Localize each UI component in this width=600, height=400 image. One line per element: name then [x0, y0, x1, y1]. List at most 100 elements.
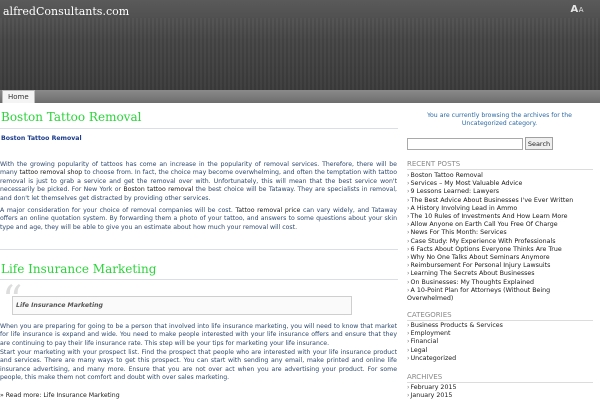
list-item[interactable]: ›The 10 Rules of Investments And How Lea…	[407, 213, 597, 221]
bullet-icon: ›	[407, 221, 410, 229]
list-item-label: News For This Month: Services	[410, 229, 507, 237]
divider	[0, 128, 398, 129]
divider	[407, 320, 593, 321]
quote-label: Life Insurance Marketing	[16, 302, 103, 309]
bullet-icon: ›	[407, 213, 410, 221]
bullet-icon: ›	[407, 229, 410, 237]
bullet-icon: ›	[407, 338, 410, 346]
list-item[interactable]: ›A 10-Point Plan for Attorneys (Without …	[407, 287, 597, 303]
bullet-icon: ›	[407, 204, 410, 212]
text-segment: A major consideration for your choice of…	[0, 207, 236, 214]
nav-bar: Home	[0, 90, 600, 103]
bullet-icon: ›	[407, 392, 410, 400]
divider	[407, 382, 593, 383]
list-item[interactable]: ›Business Products & Services	[407, 322, 597, 330]
header-band	[0, 18, 600, 90]
list-item-label: Uncategorized	[410, 354, 457, 362]
list-item[interactable]: ›News For This Month: Services	[407, 229, 597, 237]
keyword-link[interactable]: Boston tattoo removal	[123, 186, 193, 193]
list-item[interactable]: ›6 Facts About Options Everyone Thinks A…	[407, 246, 597, 254]
bullet-icon: ›	[407, 322, 410, 329]
archives-list: ›February 2015 ›January 2015	[407, 384, 597, 400]
search-button[interactable]: Search	[525, 137, 553, 150]
site-header: alfredConsultants.com AA	[0, 0, 600, 90]
list-item-label: Allow Anyone on Earth Call You Free Of C…	[410, 221, 558, 229]
quote-box: Life Insurance Marketing	[12, 296, 352, 315]
keyword-link[interactable]: Tattoo removal price	[236, 207, 301, 214]
post-paragraph: When you are preparing for going to be a…	[0, 323, 397, 347]
list-item-label: Legal	[410, 346, 428, 354]
bullet-icon: ›	[407, 172, 410, 179]
archive-note: You are currently browsing the archives …	[427, 112, 572, 128]
list-item-label: Business Products & Services	[410, 322, 503, 329]
list-item-label: Reimbursement For Personal Injury Lawsui…	[410, 262, 551, 270]
post-sub-link[interactable]: Boston Tattoo Removal	[1, 135, 82, 142]
list-item[interactable]: ›Allow Anyone on Earth Call You Free Of …	[407, 221, 597, 229]
list-item-label: Learning The Secrets About Businesses	[410, 270, 535, 278]
font-size-icon[interactable]: AA	[570, 4, 584, 15]
bullet-icon: ›	[407, 330, 410, 338]
list-item[interactable]: ›On Businesses: My Thoughts Explained	[407, 279, 597, 287]
list-item[interactable]: ›February 2015	[407, 384, 597, 392]
list-item[interactable]: ›Employment	[407, 330, 597, 338]
read-more-link[interactable]: » Read more: Life Insurance Marketing	[0, 392, 120, 399]
recent-posts-list: ›Boston Tattoo Removal ›Services – My Mos…	[407, 172, 597, 303]
bullet-icon: ›	[407, 180, 410, 188]
bullet-icon: ›	[407, 346, 410, 354]
list-item[interactable]: ›Financial	[407, 338, 597, 346]
list-item-label: 9 Lessons Learned: Lawyers	[410, 188, 500, 196]
list-item-label: The 10 Rules of Investments And How Lear…	[410, 213, 568, 221]
list-item[interactable]: ›January 2015	[407, 392, 597, 400]
archives-heading: ARCHIVES	[407, 373, 443, 381]
list-item[interactable]: ›9 Lessons Learned: Lawyers	[407, 188, 597, 196]
list-item-label: The Best Advice About Businesses I've Ev…	[410, 196, 574, 204]
sidebar: You are currently browsing the archives …	[401, 103, 600, 400]
list-item-label: 6 Facts About Options Everyone Thinks Ar…	[410, 245, 562, 253]
keyword-link[interactable]: tattoo removal shop	[19, 169, 82, 176]
list-item-label: Case Study: My Experience With Professio…	[410, 237, 556, 245]
list-item-label: January 2015	[410, 392, 453, 400]
categories-list: ›Business Products & Services ›Employment…	[407, 322, 597, 363]
list-item[interactable]: ›Reimbursement For Personal Injury Lawsu…	[407, 262, 597, 270]
main-content: Boston Tattoo Removal Boston Tattoo Remo…	[0, 103, 398, 400]
bullet-icon: ›	[407, 354, 410, 362]
list-item-label: Services – My Most Valuable Advice	[410, 180, 523, 188]
recent-posts-heading: RECENT POSTS	[407, 160, 461, 168]
post-paragraph: With the growing popularity of tattoos h…	[0, 161, 397, 203]
divider	[0, 279, 398, 280]
tab-home[interactable]: Home	[2, 90, 35, 103]
bullet-icon: ›	[407, 245, 410, 253]
post-title[interactable]: Life Insurance Marketing	[1, 262, 156, 276]
list-item[interactable]: ›Boston Tattoo Removal	[407, 172, 597, 180]
list-item[interactable]: ›Why No One Talks About Seminars Anymore	[407, 254, 597, 262]
bullet-icon: ›	[407, 270, 410, 278]
list-item[interactable]: ›Uncategorized	[407, 355, 597, 363]
list-item[interactable]: ›Services – My Most Valuable Advice	[407, 180, 597, 188]
list-item-label: Financial	[410, 338, 439, 346]
list-item-label: Boston Tattoo Removal	[410, 172, 483, 179]
divider	[407, 169, 593, 170]
post-title[interactable]: Boston Tattoo Removal	[1, 110, 141, 124]
list-item[interactable]: ›Learning The Secrets About Businesses	[407, 270, 597, 278]
bullet-icon: ›	[407, 262, 410, 270]
bullet-icon: ›	[407, 196, 410, 204]
site-title[interactable]: alfredConsultants.com	[3, 5, 129, 18]
list-item-label: Employment	[410, 330, 451, 338]
list-item[interactable]: ›Case Study: My Experience With Professi…	[407, 238, 597, 246]
list-item-label: February 2015	[410, 384, 457, 391]
bullet-icon: ›	[407, 188, 410, 196]
post-paragraph: A major consideration for your choice of…	[0, 207, 397, 232]
bullet-icon: ›	[407, 254, 410, 262]
post-paragraph: Start your marketing with your prospect …	[0, 349, 397, 382]
search-input[interactable]	[407, 138, 523, 150]
list-item[interactable]: ›Legal	[407, 347, 597, 355]
list-item[interactable]: ›A History Involving Lead in Ammo	[407, 205, 597, 213]
font-size-large-label[interactable]: A	[570, 4, 578, 15]
list-item-label: On Businesses: My Thoughts Explained	[410, 278, 535, 286]
categories-heading: CATEGORIES	[407, 311, 452, 319]
list-item-label: Why No One Talks About Seminars Anymore	[410, 254, 550, 262]
bullet-icon: ›	[407, 278, 410, 286]
font-size-small-label[interactable]: A	[579, 6, 584, 14]
list-item[interactable]: ›The Best Advice About Businesses I've E…	[407, 197, 597, 205]
bullet-icon: ›	[407, 286, 410, 294]
